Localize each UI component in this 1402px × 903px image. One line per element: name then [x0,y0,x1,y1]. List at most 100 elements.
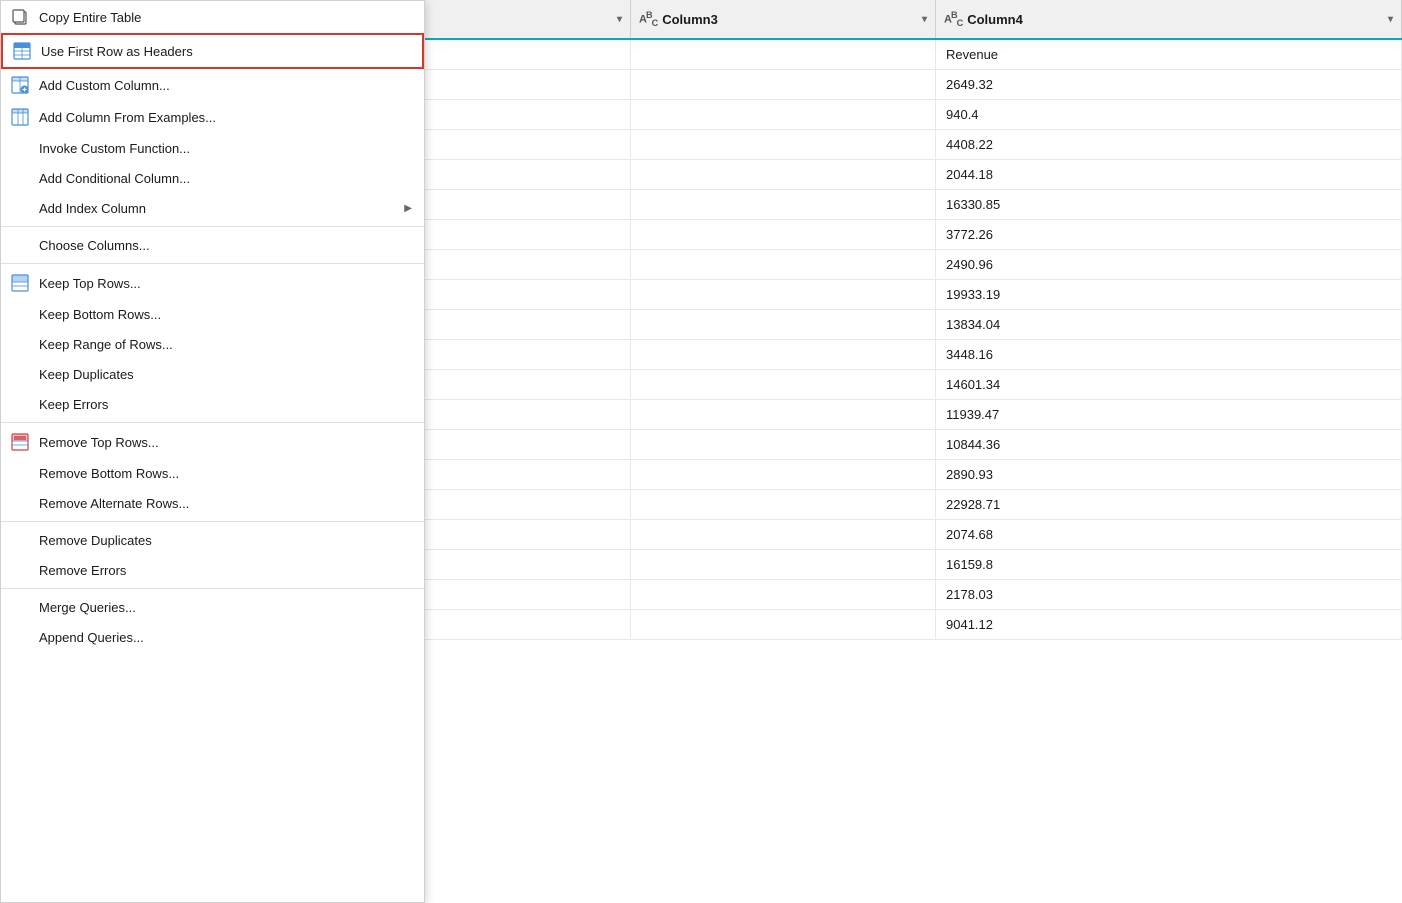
menu-item-remove-bottom-rows[interactable]: Remove Bottom Rows... [1,458,424,488]
table-cell-col4: 9041.12 [936,610,1402,639]
menu-item-merge-queries[interactable]: Merge Queries... [1,592,424,622]
col2-dropdown[interactable]: ▾ [617,14,622,25]
table-cell-col3 [631,40,936,69]
copy-table-icon [9,6,31,28]
table-cell-col4: 13834.04 [936,310,1402,339]
table-cell-col4: 2649.32 [936,70,1402,99]
keep-bottom-rows-label: Keep Bottom Rows... [39,307,412,322]
table-cell-col4: 16330.85 [936,190,1402,219]
table-cell-col3 [631,130,936,159]
keep-duplicates-label: Keep Duplicates [39,367,412,382]
use-first-row-icon [11,40,33,62]
table-cell-col3 [631,490,936,519]
use-first-row-label: Use First Row as Headers [41,44,410,59]
keep-top-rows-label: Keep Top Rows... [39,276,412,291]
add-conditional-col-label: Add Conditional Column... [39,171,412,186]
table-cell-col3 [631,550,936,579]
keep-range-rows-label: Keep Range of Rows... [39,337,412,352]
menu-item-remove-duplicates[interactable]: Remove Duplicates [1,525,424,555]
table-cell-col3 [631,250,936,279]
copy-table-label: Copy Entire Table [39,10,412,25]
table-cell-col3 [631,190,936,219]
remove-top-rows-icon [9,431,31,453]
table-cell-col3 [631,580,936,609]
col4-type-icon: ABC [944,10,962,28]
table-cell-col4: 22928.71 [936,490,1402,519]
remove-bottom-rows-label: Remove Bottom Rows... [39,466,412,481]
menu-item-add-conditional-col[interactable]: Add Conditional Column... [1,163,424,193]
table-cell-col4: 10844.36 [936,430,1402,459]
table-cell-col3 [631,220,936,249]
remove-alt-rows-label: Remove Alternate Rows... [39,496,412,511]
menu-item-use-first-row[interactable]: Use First Row as Headers [1,33,424,69]
table-cell-col3 [631,340,936,369]
choose-cols-label: Choose Columns... [39,238,412,253]
column-header-4[interactable]: ABC Column4 ▾ [936,0,1402,38]
menu-item-append-queries[interactable]: Append Queries... [1,622,424,652]
menu-divider-7 [1,226,424,227]
table-cell-col3 [631,70,936,99]
table-cell-col3 [631,310,936,339]
keep-errors-label: Keep Errors [39,397,412,412]
table-cell-col3 [631,400,936,429]
table-cell-col4: 16159.8 [936,550,1402,579]
table-cell-col4: 2044.18 [936,160,1402,189]
table-cell-col4: 2890.93 [936,460,1402,489]
table-cell-col4: 2490.96 [936,250,1402,279]
menu-divider-9 [1,263,424,264]
menu-item-add-custom-col[interactable]: Add Custom Column... [1,69,424,101]
menu-item-keep-errors[interactable]: Keep Errors [1,389,424,419]
remove-top-rows-label: Remove Top Rows... [39,435,412,450]
menu-item-remove-errors[interactable]: Remove Errors [1,555,424,585]
add-col-examples-label: Add Column From Examples... [39,110,412,125]
keep-top-rows-icon [9,272,31,294]
table-cell-col3 [631,520,936,549]
add-custom-col-icon [9,74,31,96]
menu-item-keep-duplicates[interactable]: Keep Duplicates [1,359,424,389]
table-cell-col3 [631,460,936,489]
table-cell-col4: Revenue [936,40,1402,69]
menu-divider-22 [1,588,424,589]
table-cell-col3 [631,370,936,399]
menu-item-add-index-col[interactable]: Add Index Column▶ [1,193,424,223]
table-cell-col3 [631,160,936,189]
table-cell-col4: 19933.19 [936,280,1402,309]
merge-queries-label: Merge Queries... [39,600,412,615]
add-col-examples-icon [9,106,31,128]
table-cell-col3 [631,100,936,129]
context-menu: Copy Entire Table Use First Row as Heade… [0,0,425,903]
col3-name: Column3 [662,12,916,27]
table-cell-col4: 3772.26 [936,220,1402,249]
table-cell-col4: 2178.03 [936,580,1402,609]
add-custom-col-label: Add Custom Column... [39,78,412,93]
menu-item-keep-top-rows[interactable]: Keep Top Rows... [1,267,424,299]
table-cell-col3 [631,430,936,459]
column-header-3[interactable]: ABC Column3 ▾ [631,0,936,38]
col3-dropdown[interactable]: ▾ [922,14,927,25]
menu-item-choose-cols[interactable]: Choose Columns... [1,230,424,260]
remove-errors-label: Remove Errors [39,563,412,578]
menu-item-keep-range-rows[interactable]: Keep Range of Rows... [1,329,424,359]
main-container: Copy Entire Table Use First Row as Heade… [0,0,1402,903]
append-queries-label: Append Queries... [39,630,412,645]
add-index-col-label: Add Index Column [39,201,404,216]
menu-divider-15 [1,422,424,423]
table-cell-col4: 4408.22 [936,130,1402,159]
table-cell-col3 [631,280,936,309]
remove-duplicates-label: Remove Duplicates [39,533,412,548]
invoke-custom-fn-label: Invoke Custom Function... [39,141,412,156]
table-cell-col4: 11939.47 [936,400,1402,429]
table-cell-col4: 940.4 [936,100,1402,129]
menu-item-invoke-custom-fn[interactable]: Invoke Custom Function... [1,133,424,163]
col4-dropdown[interactable]: ▾ [1388,14,1393,25]
table-cell-col4: 2074.68 [936,520,1402,549]
table-cell-col3 [631,610,936,639]
menu-item-add-col-examples[interactable]: Add Column From Examples... [1,101,424,133]
menu-item-copy-table[interactable]: Copy Entire Table [1,1,424,33]
menu-item-keep-bottom-rows[interactable]: Keep Bottom Rows... [1,299,424,329]
table-cell-col4: 14601.34 [936,370,1402,399]
menu-item-remove-top-rows[interactable]: Remove Top Rows... [1,426,424,458]
menu-divider-19 [1,521,424,522]
col4-name: Column4 [967,12,1382,27]
menu-item-remove-alt-rows[interactable]: Remove Alternate Rows... [1,488,424,518]
